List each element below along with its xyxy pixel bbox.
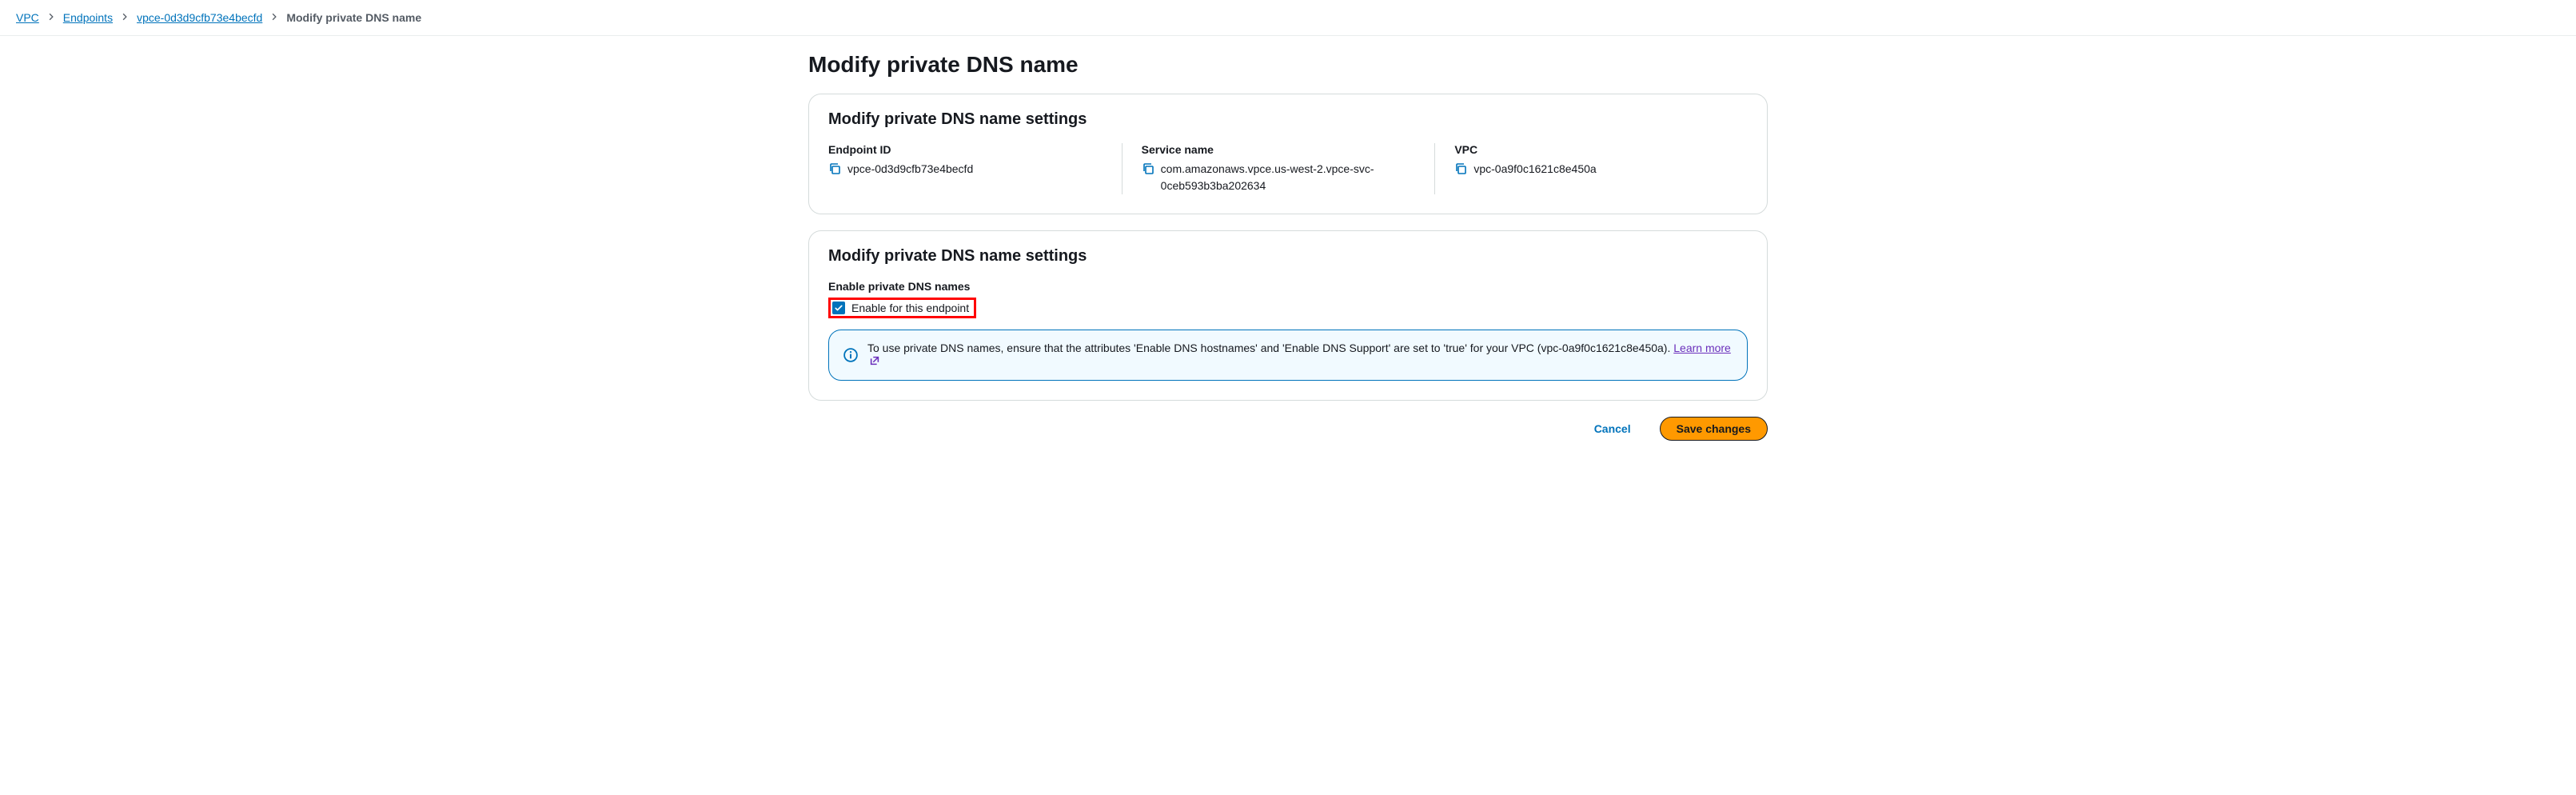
page-title: Modify private DNS name bbox=[808, 52, 1768, 78]
label-vpc: VPC bbox=[1454, 143, 1729, 156]
breadcrumb: VPC Endpoints vpce-0d3d9cfb73e4becfd Mod… bbox=[0, 0, 2576, 36]
save-changes-button[interactable]: Save changes bbox=[1660, 417, 1768, 441]
panel-title: Modify private DNS name settings bbox=[828, 110, 1748, 129]
panel-title: Modify private DNS name settings bbox=[828, 247, 1748, 266]
breadcrumb-link-vpc[interactable]: VPC bbox=[16, 11, 39, 24]
breadcrumb-current: Modify private DNS name bbox=[286, 11, 421, 24]
cancel-button[interactable]: Cancel bbox=[1578, 417, 1647, 441]
panel-settings-info: Modify private DNS name settings Endpoin… bbox=[808, 94, 1768, 214]
info-icon bbox=[843, 348, 858, 362]
button-row: Cancel Save changes bbox=[808, 417, 1768, 441]
checkbox-label: Enable for this endpoint bbox=[851, 302, 969, 314]
checkbox-enable-endpoint[interactable] bbox=[832, 302, 845, 314]
info-message: To use private DNS names, ensure that th… bbox=[867, 342, 1673, 354]
info-box: To use private DNS names, ensure that th… bbox=[828, 330, 1748, 381]
value-vpc: vpc-0a9f0c1621c8e450a bbox=[1473, 161, 1596, 178]
label-enable-private-dns: Enable private DNS names bbox=[828, 280, 1748, 293]
label-endpoint-id: Endpoint ID bbox=[828, 143, 1103, 156]
chevron-right-icon bbox=[270, 12, 278, 23]
breadcrumb-link-endpoint-id[interactable]: vpce-0d3d9cfb73e4becfd bbox=[137, 11, 262, 24]
value-service-name: com.amazonaws.vpce.us-west-2.vpce-svc-0c… bbox=[1161, 161, 1416, 194]
chevron-right-icon bbox=[47, 12, 55, 23]
copy-icon[interactable] bbox=[828, 162, 841, 175]
external-link-icon bbox=[869, 355, 880, 369]
label-service-name: Service name bbox=[1142, 143, 1416, 156]
copy-icon[interactable] bbox=[1454, 162, 1467, 175]
chevron-right-icon bbox=[121, 12, 129, 23]
breadcrumb-link-endpoints[interactable]: Endpoints bbox=[63, 11, 113, 24]
copy-icon[interactable] bbox=[1142, 162, 1154, 175]
info-text: To use private DNS names, ensure that th… bbox=[867, 342, 1733, 369]
panel-settings-form: Modify private DNS name settings Enable … bbox=[808, 230, 1768, 401]
checkbox-highlight: Enable for this endpoint bbox=[828, 298, 976, 318]
value-endpoint-id: vpce-0d3d9cfb73e4becfd bbox=[847, 161, 973, 178]
